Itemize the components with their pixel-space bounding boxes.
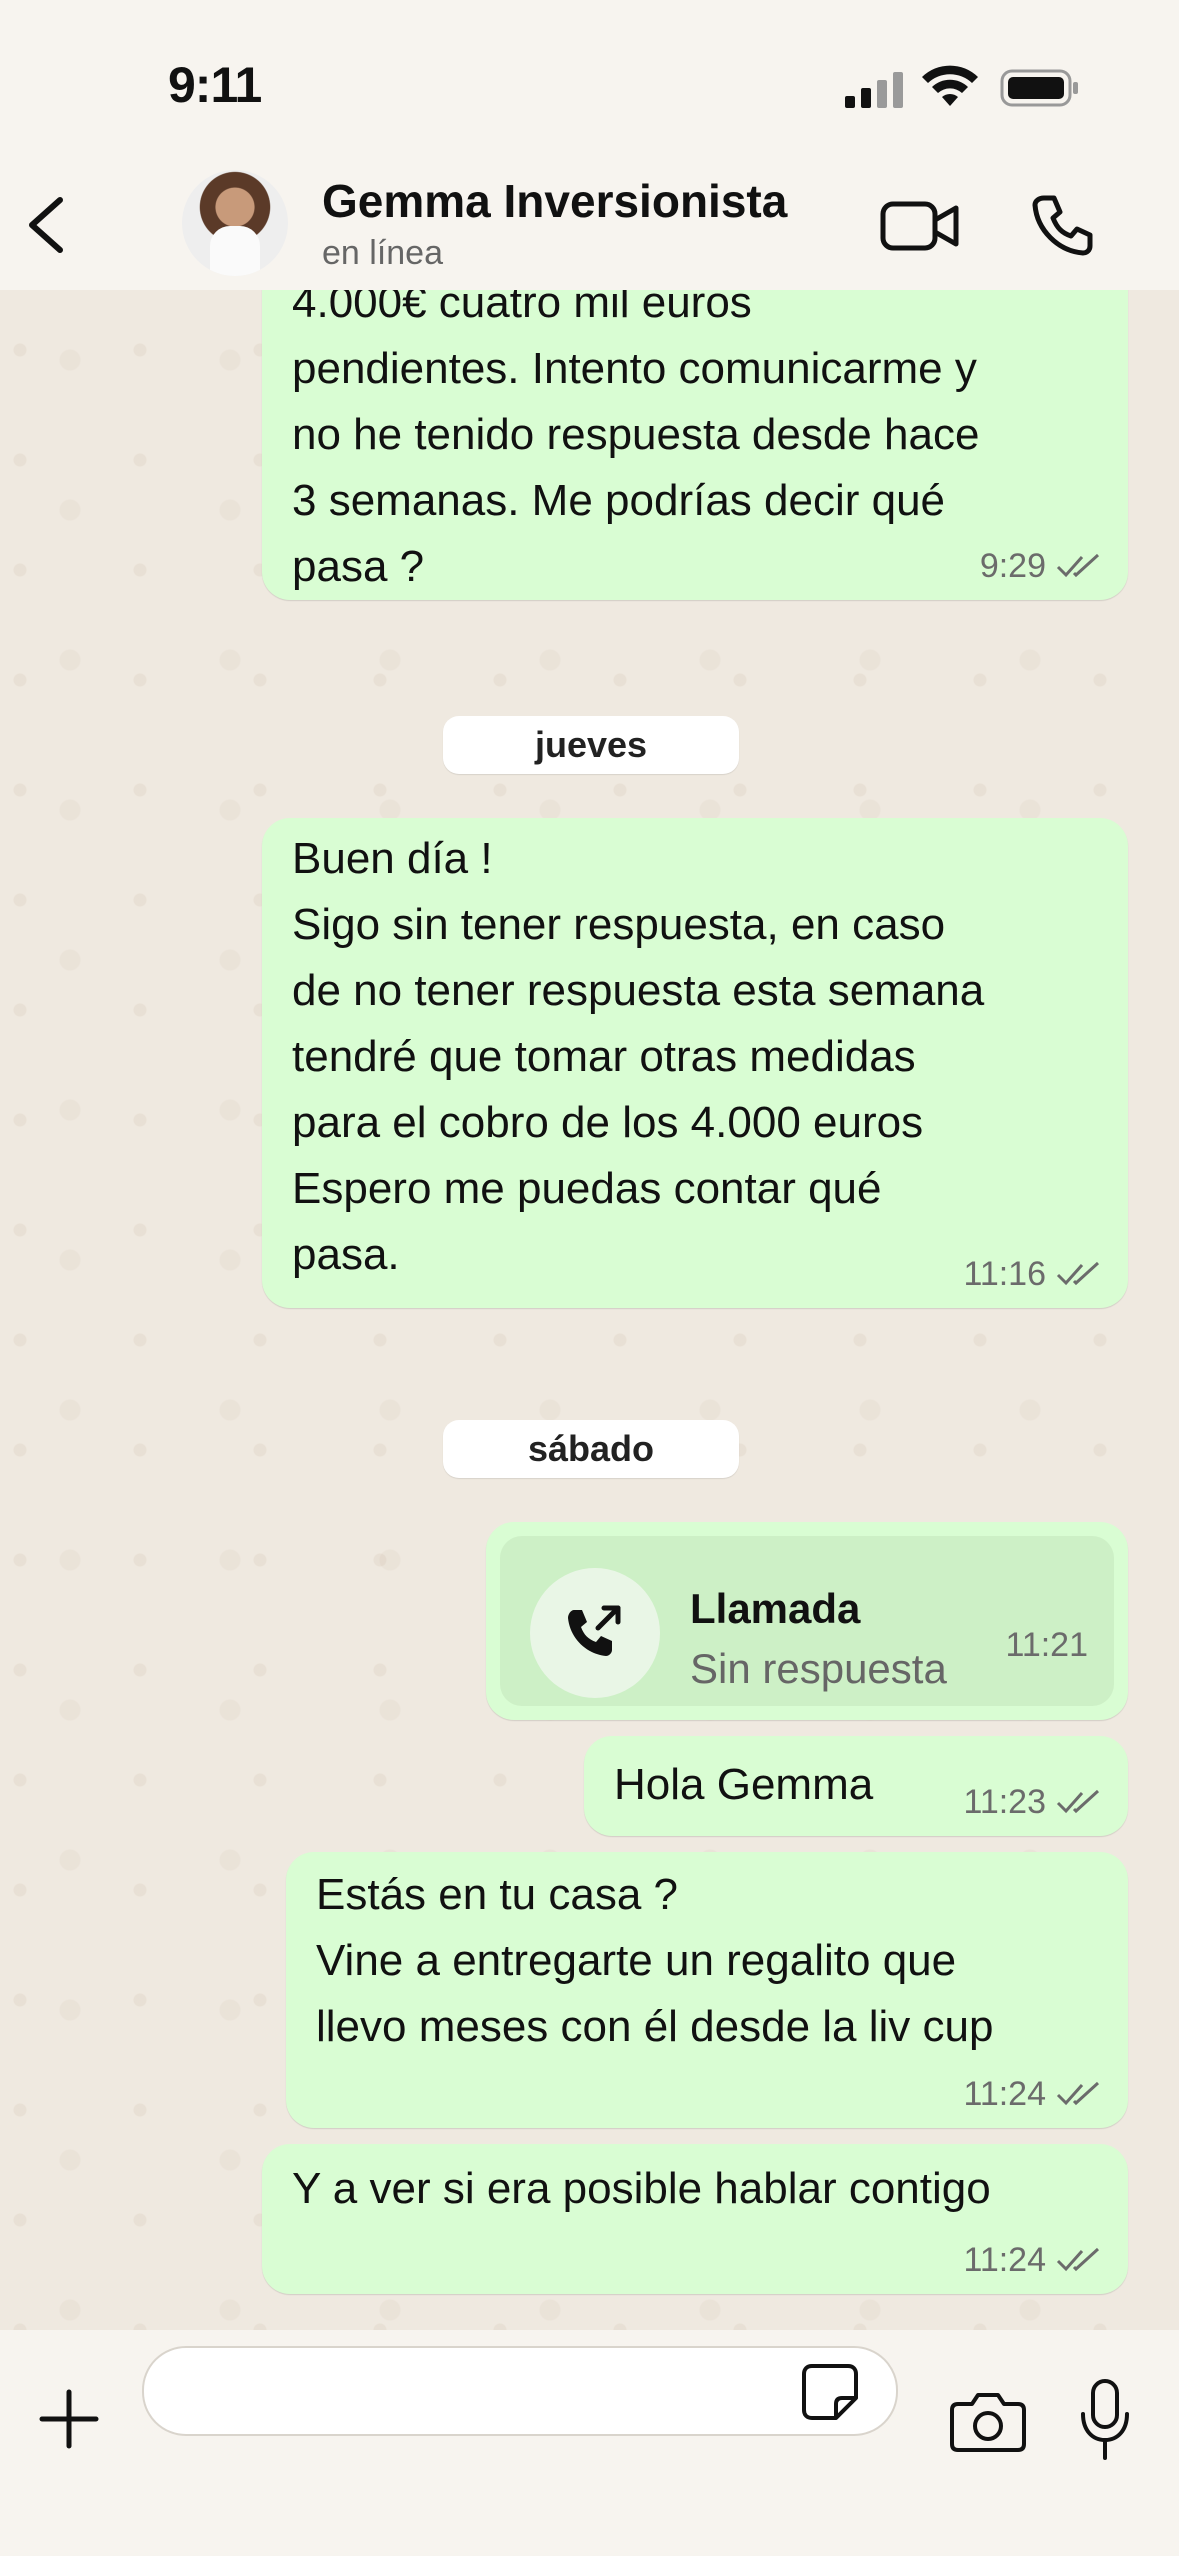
message-time: 11:16 [963,1255,1046,1293]
double-check-icon [1056,2247,1100,2272]
date-separator: jueves [443,716,739,774]
status-time: 9:11 [168,57,262,113]
avatar[interactable] [182,170,288,276]
back-arrow-icon[interactable] [18,190,78,260]
phone-icon[interactable] [1030,192,1096,258]
message-time: 11:23 [963,1783,1046,1821]
double-check-icon [1056,553,1100,578]
call-icon-circle [530,1568,660,1698]
call-card: Llamada Sin respuesta 11:21 [500,1536,1114,1706]
message-input[interactable] [142,2346,898,2436]
missed-call-bubble[interactable]: Llamada Sin respuesta 11:21 [486,1522,1128,1720]
double-check-icon [1056,1789,1100,1814]
message-meta: 9:29 [980,546,1102,586]
microphone-icon[interactable] [1078,2378,1132,2462]
message-time: 11:24 [963,2075,1046,2113]
message-bubble[interactable]: Buen día ! Sigo sin tener respuesta, en … [262,818,1128,1308]
outgoing-call-icon [568,1605,621,1656]
message-text: Buen día ! Sigo sin tener respuesta, en … [292,834,985,1279]
composer-bar [0,2330,1179,2556]
signal-icon [845,72,903,108]
message-bubble[interactable]: Y a ver si era posible hablar contigo 11… [262,2144,1128,2294]
message-meta: 11:23 [963,1782,1102,1822]
call-subtitle: Sin respuesta [690,1645,947,1692]
status-bar: 9:11 [0,0,1179,170]
chat-messages: 4.000€ cuatro mil euros pendientes. Inte… [0,290,1179,2330]
call-time: 11:21 [1005,1626,1088,1664]
contact-name[interactable]: Gemma Inversionista [322,174,787,228]
message-text: 4.000€ cuatro mil euros pendientes. Inte… [292,290,980,591]
contact-status: en línea [322,234,443,272]
date-separator: sábado [443,1420,739,1478]
message-time: 9:29 [979,547,1046,585]
wifi-icon [922,65,978,106]
message-bubble[interactable]: Estás en tu casa ? Vine a entregarte un … [286,1852,1128,2128]
camera-icon[interactable] [950,2390,1026,2452]
chat-header: Gemma Inversionista en línea [0,150,1179,290]
sticker-icon[interactable] [800,2362,860,2422]
message-text: Hola Gemma [614,1760,874,1809]
message-time: 11:24 [963,2241,1046,2279]
double-check-icon [1056,2081,1100,2106]
double-check-icon [1056,1261,1100,1286]
message-bubble[interactable]: 4.000€ cuatro mil euros pendientes. Inte… [262,290,1128,600]
message-text: Estás en tu casa ? Vine a entregarte un … [316,1870,994,2051]
message-bubble[interactable]: Hola Gemma 11:23 [584,1736,1128,1836]
message-text: Y a ver si era posible hablar contigo [292,2164,991,2213]
plus-icon[interactable] [36,2386,102,2452]
message-meta: 11:24 [963,2074,1102,2114]
message-meta: 11:16 [963,1254,1102,1294]
message-meta: 11:24 [963,2240,1102,2280]
battery-icon [1000,69,1078,107]
call-title: Llamada [690,1585,861,1632]
video-call-icon[interactable] [880,196,960,256]
